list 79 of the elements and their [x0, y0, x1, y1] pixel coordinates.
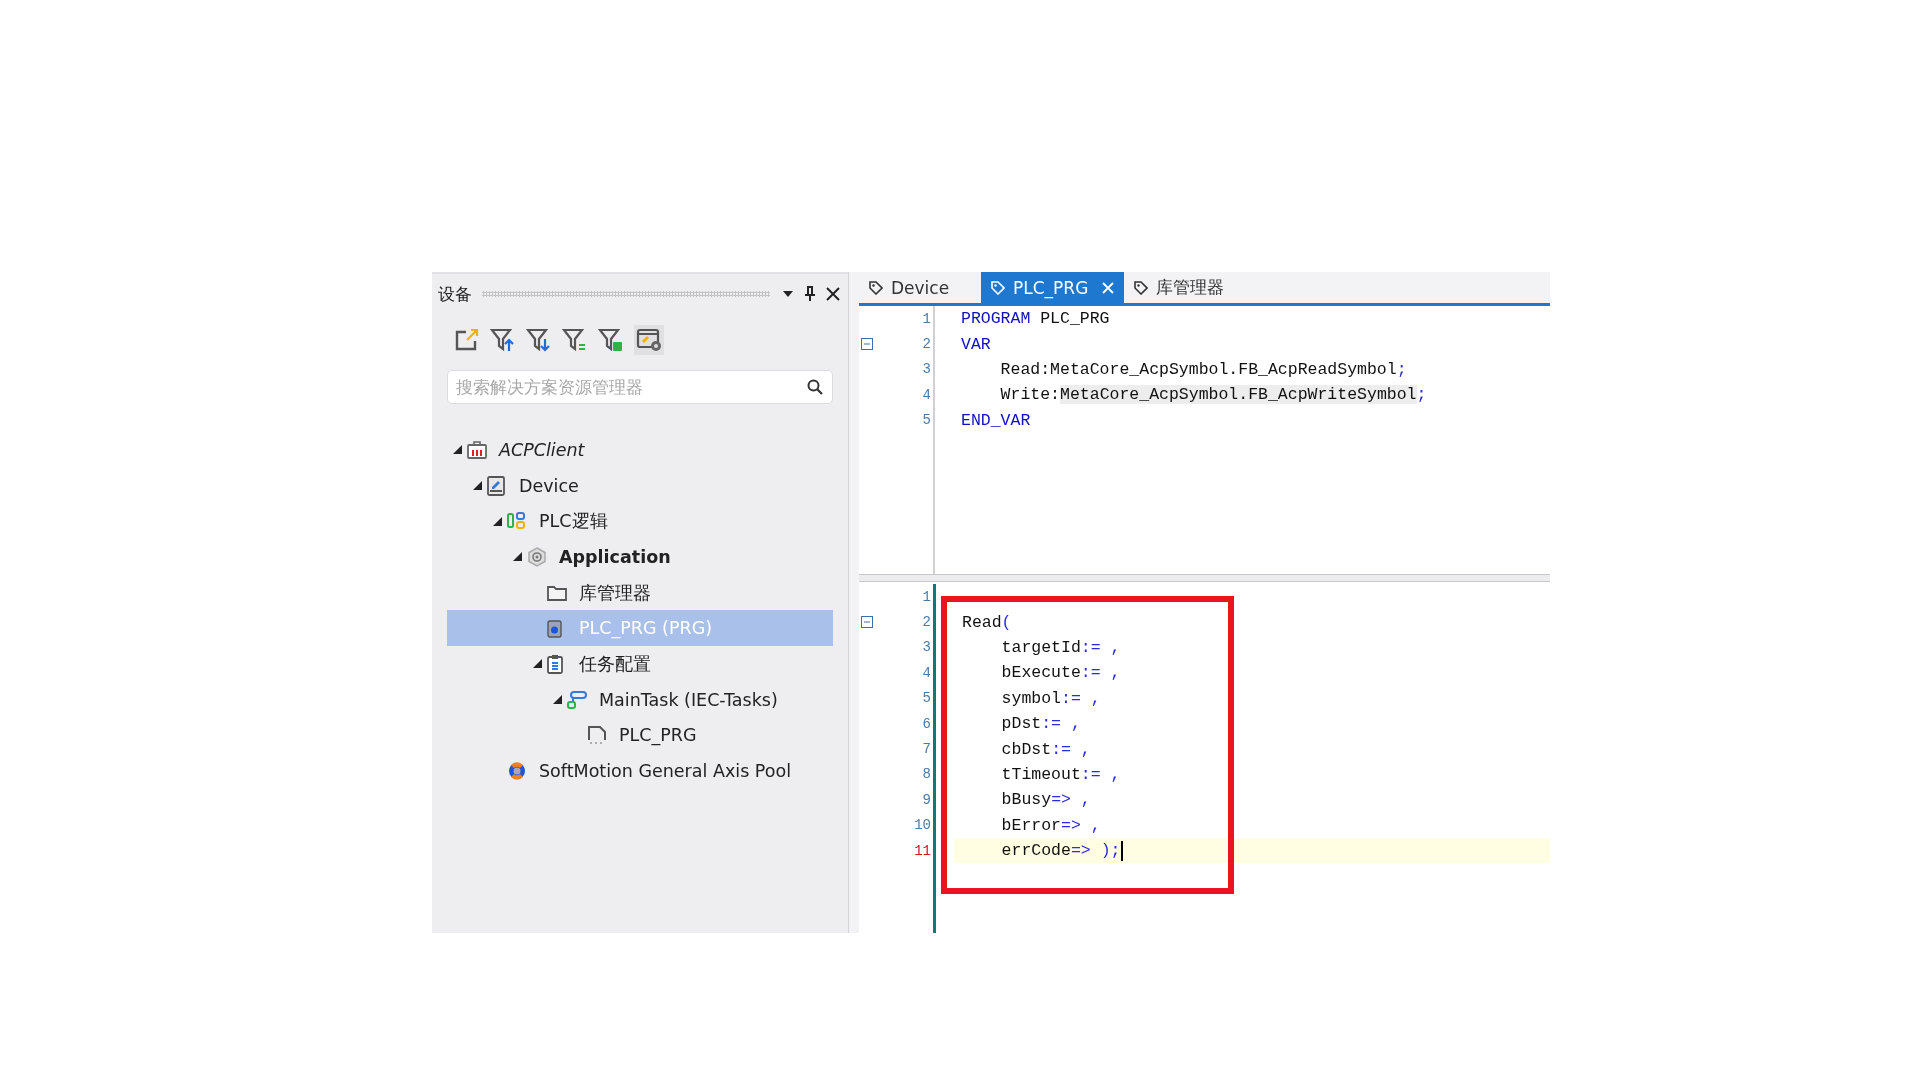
line-number: 4 — [921, 664, 932, 681]
tree-item[interactable]: ACPClient — [447, 432, 833, 468]
code-line: targetId:= , — [1000, 637, 1121, 657]
code-line: pDst:= , — [1000, 714, 1081, 734]
line-number: 2 — [921, 614, 932, 631]
code-line: cbDst:= , — [1000, 739, 1091, 759]
declaration-editor[interactable]: 1 PROGRAM PLC_PRG 2 VAR 3 Read:MetaCore_AcpSymbol.FB_AcpReadSymbol; 4 Write:MetaCore_AcpSymbol.FB_AcpWriteSymbol; 5 END_VAR — [859, 306, 1550, 574]
code-line: VAR — [961, 334, 991, 354]
expanded-triangle-icon[interactable] — [453, 445, 462, 455]
code-line: bError=> , — [1000, 815, 1101, 835]
panel-title: 设备 — [438, 282, 472, 306]
clipboard-icon — [547, 653, 563, 674]
window-settings-icon[interactable] — [634, 325, 664, 355]
line-number: 3 — [921, 361, 932, 378]
filter-list-icon[interactable] — [562, 327, 588, 353]
text-cursor — [1121, 840, 1124, 861]
tree-item[interactable]: MainTask (IEC-Tasks) — [447, 681, 833, 718]
expanded-triangle-icon[interactable] — [493, 516, 502, 526]
tree-item[interactable]: SoftMotion General Axis Pool — [447, 753, 833, 789]
line-number: 11 — [913, 842, 932, 859]
folder-icon — [547, 584, 567, 601]
code-line: Read( — [962, 612, 1012, 632]
expanded-triangle-icon[interactable] — [533, 659, 542, 669]
line-number: 6 — [921, 715, 932, 732]
code-line: PROGRAM PLC_PRG — [961, 309, 1110, 329]
line-number: 1 — [921, 588, 932, 605]
dropdown-icon[interactable] — [782, 290, 794, 298]
code-line: symbol:= , — [1000, 688, 1101, 708]
tag-icon — [1134, 280, 1149, 295]
line-number: 7 — [921, 741, 932, 758]
tree-item[interactable]: 库管理器 — [447, 574, 833, 611]
briefcase-icon — [467, 440, 487, 459]
tree-item[interactable]: PLC逻辑 — [447, 503, 833, 540]
search-field[interactable]: 搜索解决方案资源管理器 — [447, 370, 833, 404]
tree-item[interactable]: 任务配置 — [447, 646, 833, 682]
code-line: bBusy=> , — [1000, 790, 1091, 810]
tree-item[interactable]: Device — [447, 467, 833, 504]
tag-icon — [869, 280, 883, 295]
line-number: 8 — [921, 766, 932, 783]
implementation-editor[interactable]: 1 2 Read( 3 targetId:= , 4 bExecute:= , 5 symbol:= , 6 pDst:= , 7 cbDst:= , 8 tTimeout:= , 9 bBusy=> , 10 bError=> , 11 errCode=> ); — [859, 582, 1550, 933]
line-number: 3 — [921, 639, 932, 656]
search-icon[interactable] — [807, 379, 823, 395]
expanded-triangle-icon[interactable] — [473, 481, 482, 491]
pin-icon[interactable] — [804, 286, 816, 302]
line-number: 2 — [921, 336, 932, 353]
code-line: END_VAR — [961, 410, 1031, 430]
logic-blocks-icon — [507, 512, 527, 531]
expanded-triangle-icon[interactable] — [513, 552, 522, 562]
collapse-icon[interactable] — [861, 338, 873, 351]
export-icon[interactable] — [454, 327, 480, 353]
code-line: bExecute:= , — [1000, 663, 1121, 683]
editor-tab[interactable]: 库管理器 — [1124, 272, 1235, 303]
filter-down-icon[interactable] — [526, 327, 552, 353]
collapse-icon[interactable] — [861, 616, 873, 629]
editor-tab[interactable]: Device — [859, 272, 981, 303]
lifebuoy-icon — [507, 761, 527, 782]
line-number: 10 — [913, 817, 932, 834]
device-icon — [487, 475, 505, 496]
tree-item[interactable]: PLC_PRG — [447, 717, 833, 754]
filter-grid-icon[interactable] — [598, 327, 624, 353]
close-icon[interactable] — [826, 287, 840, 301]
line-number: 4 — [921, 386, 932, 403]
code-line: errCode=> ); — [1000, 841, 1121, 861]
line-number: 9 — [921, 791, 932, 808]
line-number: 5 — [921, 690, 932, 707]
line-number: 1 — [921, 310, 932, 327]
tag-icon — [991, 280, 1005, 295]
editor-tab[interactable]: PLC_PRG — [981, 272, 1125, 303]
tree-item[interactable]: Application — [447, 539, 833, 575]
code-line: tTimeout:= , — [1000, 764, 1121, 784]
gear-icon — [527, 546, 547, 567]
expanded-triangle-icon[interactable] — [553, 695, 562, 705]
drag-grip[interactable] — [482, 291, 770, 297]
document-icon — [587, 725, 607, 746]
program-icon — [547, 618, 563, 639]
line-number: 5 — [921, 412, 932, 429]
filter-up-icon[interactable] — [490, 327, 516, 353]
task-icon — [567, 690, 587, 709]
code-line: Read:MetaCore_AcpSymbol.FB_AcpReadSymbol; — [999, 359, 1407, 379]
